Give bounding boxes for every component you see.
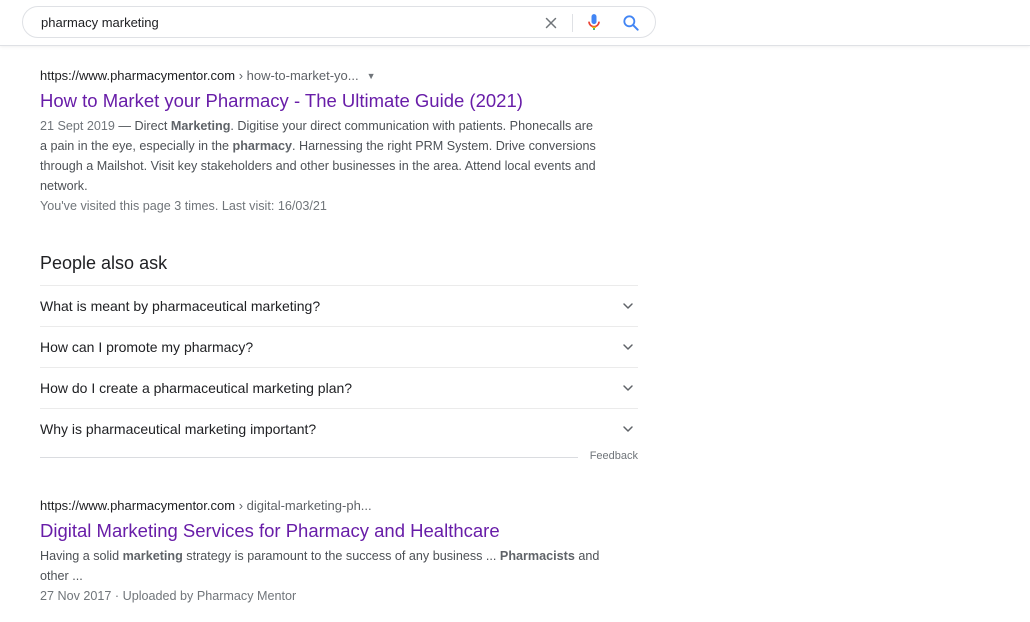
paa-question-text: How can I promote my pharmacy? <box>40 339 254 355</box>
chevron-down-icon <box>623 303 633 309</box>
search-icon[interactable] <box>621 13 641 33</box>
search-result: https://www.pharmacymentor.com › digital… <box>40 497 600 606</box>
microphone-icon[interactable] <box>584 12 604 33</box>
result-path: › how-to-market-yo... <box>235 68 359 83</box>
snippet-text: Direct <box>134 119 171 133</box>
snippet-bold: Pharmacists <box>499 549 575 563</box>
paa-question[interactable]: How can I promote my pharmacy? <box>40 326 638 367</box>
search-result: https://www.pharmacymentor.com › how-to-… <box>40 67 600 216</box>
paa-question-text: What is meant by pharmaceutical marketin… <box>40 298 321 314</box>
result-path: › digital-marketing-ph... <box>235 498 372 513</box>
visited-note: You've visited this page 3 times. Last v… <box>40 199 327 213</box>
result-domain: https://www.pharmacymentor.com <box>40 498 236 513</box>
paa-question[interactable]: How do I create a pharmaceutical marketi… <box>40 367 638 408</box>
snippet-bold: marketing <box>122 549 183 563</box>
snippet-text: Having a solid <box>40 549 123 563</box>
result-title-link[interactable]: How to Market your Pharmacy - The Ultima… <box>40 89 600 113</box>
chevron-down-icon <box>623 426 633 432</box>
caret-down-icon[interactable]: ▼ <box>367 67 376 85</box>
search-box[interactable] <box>22 6 656 38</box>
result-url[interactable]: https://www.pharmacymentor.com › how-to-… <box>40 67 600 85</box>
snippet-bold: pharmacy <box>232 139 293 153</box>
paa-heading: People also ask <box>40 253 168 273</box>
paa-question[interactable]: What is meant by pharmaceutical marketin… <box>40 285 638 326</box>
people-also-ask: People also ask What is meant by pharmac… <box>40 251 638 473</box>
paa-question-text: How do I create a pharmaceutical marketi… <box>40 380 353 396</box>
paa-question-text: Why is pharmaceutical marketing importan… <box>40 421 317 437</box>
search-input[interactable] <box>41 13 521 31</box>
paa-question[interactable]: Why is pharmaceutical marketing importan… <box>40 408 638 449</box>
paa-footer: Feedback <box>40 449 638 473</box>
snippet-bold: Marketing <box>170 119 231 133</box>
result-title-link[interactable]: Digital Marketing Services for Pharmacy … <box>40 519 600 543</box>
chevron-down-icon <box>623 344 633 350</box>
date-separator: — <box>114 119 135 133</box>
chevron-down-icon <box>623 385 633 391</box>
result-snippet: 21 Sept 2019 — Direct Marketing. Digitis… <box>40 116 600 196</box>
paa-divider <box>40 457 578 458</box>
snippet-text: strategy is paramount to the success of … <box>182 549 500 563</box>
result-meta: 27 Nov 2017 · Uploaded by Pharmacy Mento… <box>40 589 297 603</box>
feedback-link[interactable]: Feedback <box>590 450 638 462</box>
result-domain: https://www.pharmacymentor.com <box>40 68 236 83</box>
close-icon[interactable] <box>542 14 560 32</box>
result-url[interactable]: https://www.pharmacymentor.com › digital… <box>40 497 600 515</box>
search-box-divider <box>572 14 573 32</box>
search-header <box>0 0 1030 46</box>
result-date: 21 Sept 2019 <box>40 119 115 133</box>
result-snippet: Having a solid marketing strategy is par… <box>40 546 600 586</box>
